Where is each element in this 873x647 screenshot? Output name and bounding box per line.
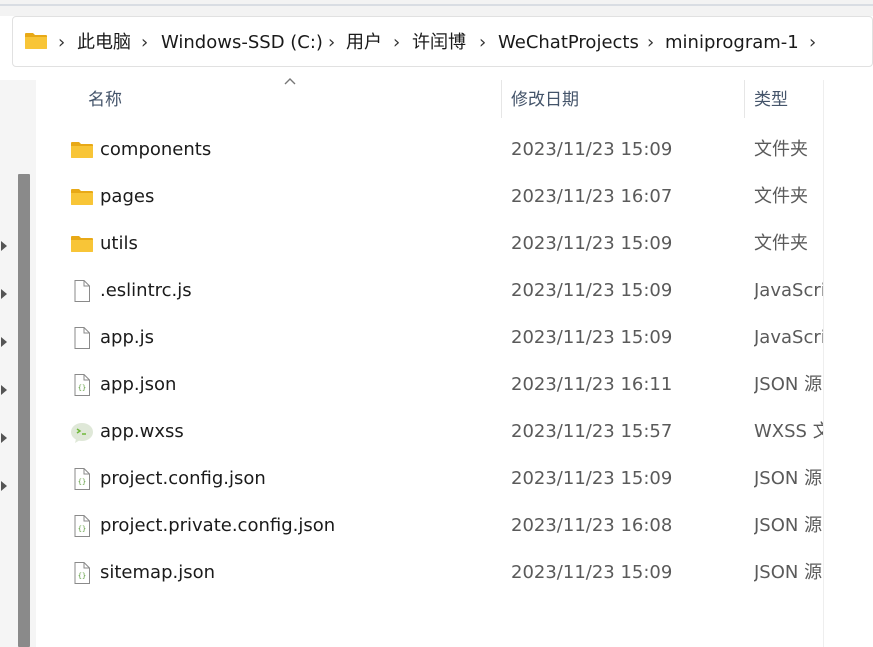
folder-icon [70,138,94,162]
column-divider[interactable] [501,80,502,118]
file-row[interactable]: app.js 2023/11/23 15:09 JavaScri [36,314,823,361]
file-name[interactable]: app.json [100,361,176,408]
file-name[interactable]: project.config.json [100,455,266,502]
json-file-icon: {} [70,514,94,538]
file-row[interactable]: {} project.config.json 2023/11/23 15:09 JSO… [36,455,823,502]
file-modified-date: 2023/11/23 15:09 [511,139,673,160]
file-type: 文件夹 [754,233,808,254]
top-strip-line [0,4,873,6]
file-name[interactable]: pages [100,173,154,220]
file-name[interactable]: components [100,126,211,173]
file-modified-date: 2023/11/23 15:09 [511,468,673,489]
breadcrumb-item-wechatprojects[interactable]: WeChatProjects [498,17,639,68]
chevron-right-icon[interactable] [0,480,8,492]
file-modified-date: 2023/11/23 16:11 [511,374,673,395]
breadcrumb-separator[interactable]: › [647,17,654,68]
file-type: 文件夹 [754,186,808,207]
file-row[interactable]: components 2023/11/23 15:09 文件夹 [36,126,823,173]
file-modified-date: 2023/11/23 15:09 [511,233,673,254]
chevron-right-icon[interactable] [0,432,8,444]
file-row[interactable]: pages 2023/11/23 16:07 文件夹 [36,173,823,220]
file-modified-date: 2023/11/23 15:09 [511,280,673,301]
file-row[interactable]: utils 2023/11/23 15:09 文件夹 [36,220,823,267]
file-modified-date: 2023/11/23 15:09 [511,562,673,583]
column-divider[interactable] [744,80,745,118]
file-modified-date: 2023/11/23 15:09 [511,327,673,348]
breadcrumb-separator[interactable]: › [479,17,486,68]
document-icon [70,279,94,303]
wechat-devtools-icon [70,420,94,444]
file-name[interactable]: project.private.config.json [100,502,335,549]
file-type: JavaScri [754,280,823,301]
file-modified-date: 2023/11/23 16:08 [511,515,673,536]
column-header-name[interactable]: 名称 [88,80,122,120]
file-name[interactable]: .eslintrc.js [100,267,192,314]
file-name[interactable]: sitemap.json [100,549,215,596]
file-type: JSON 源 [754,515,823,536]
chevron-right-icon[interactable] [0,384,8,396]
file-name[interactable]: app.js [100,314,154,361]
breadcrumb-separator[interactable]: › [809,17,816,68]
file-row[interactable]: {} project.private.config.json 2023/11/23 … [36,502,823,549]
file-type: JSON 源 [754,374,823,395]
breadcrumb-item-user[interactable]: 许闰博 [412,17,466,68]
breadcrumb-separator[interactable]: › [328,17,335,68]
json-file-icon: {} [70,373,94,397]
chevron-right-icon[interactable] [0,336,8,348]
breadcrumb-item-users[interactable]: 用户 [346,17,382,68]
breadcrumb-item-drive[interactable]: Windows-SSD (C:) [161,17,323,68]
file-type: JavaScri [754,327,823,348]
file-modified-date: 2023/11/23 16:07 [511,186,673,207]
svg-text:{}: {} [78,478,86,486]
document-icon [70,326,94,350]
window-top-strip [0,0,873,16]
file-type: 文件夹 [754,139,808,160]
file-type: WXSS 文 [754,421,823,442]
folder-icon [25,33,47,49]
svg-text:{}: {} [78,572,86,580]
json-file-icon: {} [70,561,94,585]
breadcrumb-separator[interactable]: › [393,17,400,68]
right-pane-edge [823,80,873,647]
file-row[interactable]: {} sitemap.json 2023/11/23 15:09 JSON 源 [36,549,823,596]
svg-text:{}: {} [78,525,86,533]
breadcrumb-item-miniprogram[interactable]: miniprogram-1 [665,17,799,68]
column-header-type[interactable]: 类型 [754,80,788,120]
file-row[interactable]: app.wxss 2023/11/23 15:57 WXSS 文 [36,408,823,455]
column-header-row: 名称 修改日期 类型 [36,80,823,120]
breadcrumb-item-this-pc[interactable]: 此电脑 [77,17,131,68]
chevron-right-icon[interactable] [0,288,8,300]
folder-icon [70,232,94,256]
file-row[interactable]: .eslintrc.js 2023/11/23 15:09 JavaScri [36,267,823,314]
file-row[interactable]: {} app.json 2023/11/23 16:11 JSON 源 [36,361,823,408]
file-type: JSON 源 [754,562,823,583]
column-header-modified[interactable]: 修改日期 [511,80,579,120]
breadcrumb-separator[interactable]: › [141,17,148,68]
file-type: JSON 源 [754,468,823,489]
svg-text:{}: {} [78,384,86,392]
folder-icon [70,185,94,209]
file-name[interactable]: utils [100,220,138,267]
breadcrumb-separator[interactable]: › [58,17,65,68]
address-bar[interactable]: › 此电脑 › Windows-SSD (C:) › 用户 › 许闰博 › We… [12,16,873,67]
file-name[interactable]: app.wxss [100,408,184,455]
navigation-scrollbar[interactable] [18,174,30,647]
file-modified-date: 2023/11/23 15:57 [511,421,673,442]
chevron-right-icon[interactable] [0,240,8,252]
json-file-icon: {} [70,467,94,491]
